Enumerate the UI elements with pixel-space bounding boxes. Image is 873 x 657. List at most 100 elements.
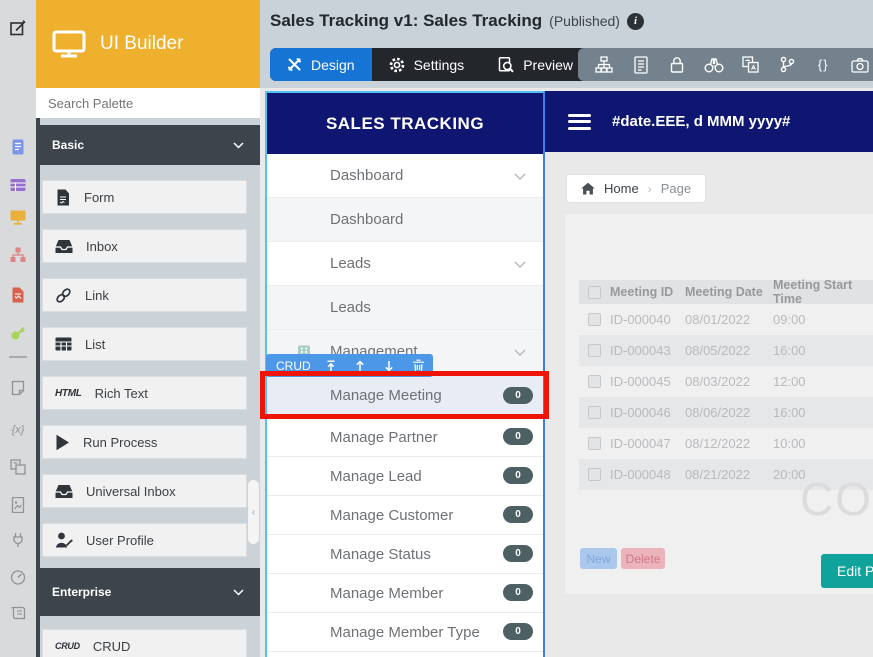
chevron-down-icon — [514, 349, 526, 356]
datalist-icon[interactable] — [9, 176, 27, 194]
preview-header-title: #date.EEE, d MMM yyyy# — [612, 113, 790, 130]
row-checkbox[interactable] — [588, 375, 601, 388]
form-doc-icon[interactable] — [623, 56, 660, 74]
row-checkbox[interactable] — [588, 437, 601, 450]
builder-tabs: Design Settings Preview — [270, 48, 590, 81]
menu-item-manage-customer[interactable]: Manage Customer 0 — [267, 496, 543, 535]
delete-button[interactable]: Delete — [621, 548, 665, 569]
palette-item-inbox[interactable]: Inbox — [42, 229, 247, 263]
crud-icon: CRUD — [55, 641, 80, 651]
menu-item-leads[interactable]: Leads — [267, 286, 543, 330]
resources-icon[interactable] — [9, 496, 27, 514]
count-badge: 0 — [503, 428, 533, 445]
menu-item-manage-partner[interactable]: Manage Partner 0 — [267, 418, 543, 457]
ui-builder-window: {x} UI Builder Basic — [0, 0, 873, 657]
builder-canvas: SALES TRACKING Dashboard Dashboard Leads… — [260, 88, 873, 657]
table-header-row: Meeting ID Meeting Date Meeting Start Ti… — [579, 280, 873, 304]
screenshot-camera-icon[interactable] — [842, 57, 873, 73]
table-row: ID-000047 08/12/2022 10:00 — [579, 428, 873, 459]
count-badge: 0 — [503, 506, 533, 523]
menu-item-leads-category[interactable]: Leads — [267, 242, 543, 286]
audit-trail-icon[interactable] — [9, 604, 27, 622]
localization-icon[interactable] — [732, 56, 769, 73]
sitemap-icon[interactable] — [586, 56, 623, 73]
palette-item-form[interactable]: Form — [42, 180, 247, 214]
play-icon — [55, 434, 70, 451]
strip-divider — [9, 356, 27, 358]
menu-item-manage-status[interactable]: Manage Status 0 — [267, 535, 543, 574]
tab-design[interactable]: Design — [270, 48, 372, 81]
palette-collapse-handle[interactable]: ‹ — [248, 480, 259, 544]
table-row: ID-000046 08/06/2022 16:00 — [579, 397, 873, 428]
lock-icon[interactable] — [659, 56, 696, 73]
plugin-icon[interactable] — [9, 531, 27, 549]
palette-item-rich-text[interactable]: HTML Rich Text — [42, 376, 247, 410]
select-all-checkbox[interactable] — [588, 286, 601, 299]
menu-item-manage-member-type[interactable]: Manage Member Type 0 — [267, 613, 543, 652]
json-braces-icon[interactable]: {} — [805, 57, 842, 72]
breadcrumb-home[interactable]: Home — [604, 181, 639, 196]
section-header-enterprise[interactable]: Enterprise — [36, 568, 260, 616]
edit-pencil-icon[interactable] — [9, 18, 27, 36]
palette-item-run-process[interactable]: Run Process — [42, 425, 247, 459]
meetings-table: Meeting ID Meeting Date Meeting Start Ti… — [579, 280, 873, 490]
section-header-basic[interactable]: Basic — [36, 125, 260, 165]
performance-icon[interactable] — [9, 568, 27, 586]
process-icon[interactable] — [9, 246, 27, 264]
gear-icon — [389, 57, 405, 73]
row-checkbox[interactable] — [588, 406, 601, 419]
edit-page-button[interactable]: Edit Page — [821, 554, 873, 588]
binoculars-icon[interactable] — [696, 57, 733, 73]
palette-scrollbar[interactable] — [36, 118, 40, 657]
breadcrumb: Home › Page — [566, 174, 706, 203]
new-button[interactable]: New — [580, 548, 617, 569]
breadcrumb-separator: › — [648, 182, 652, 196]
design-tools-icon — [287, 57, 302, 72]
palette-item-list[interactable]: List — [42, 327, 247, 361]
link-icon — [55, 287, 72, 304]
monitor-icon — [52, 30, 86, 58]
menu-item-manage-lead[interactable]: Manage Lead 0 — [267, 457, 543, 496]
row-checkbox[interactable] — [588, 344, 601, 357]
list-icon — [55, 337, 72, 351]
palette-item-universal-inbox[interactable]: Universal Inbox — [42, 474, 247, 508]
palette-sidebar: UI Builder Basic Form Inbox Link List HT… — [36, 0, 260, 657]
chevron-down-icon — [233, 142, 244, 149]
app-title-bar: Sales Tracking v1: Sales Tracking (Publi… — [270, 11, 644, 31]
tab-preview[interactable]: Preview — [481, 48, 590, 81]
preview-magnifier-icon — [498, 57, 514, 73]
app-title: Sales Tracking v1: Sales Tracking — [270, 11, 542, 31]
home-icon — [581, 182, 595, 195]
top-bar: Sales Tracking v1: Sales Tracking (Publi… — [260, 0, 873, 88]
watermark-text: CON — [800, 472, 873, 526]
info-icon[interactable]: i — [627, 13, 644, 30]
datalist-card: Meeting ID Meeting Date Meeting Start Ti… — [565, 214, 873, 594]
search-input[interactable] — [36, 88, 260, 118]
report-icon[interactable] — [9, 286, 27, 304]
localization-icon[interactable] — [9, 458, 27, 476]
menu-item-manage-member[interactable]: Manage Member 0 — [267, 574, 543, 613]
count-badge: 0 — [503, 623, 533, 640]
userview-app-title: SALES TRACKING — [267, 93, 543, 154]
notes-icon[interactable] — [9, 379, 27, 397]
row-checkbox[interactable] — [588, 468, 601, 481]
hamburger-menu-icon[interactable] — [568, 110, 591, 133]
menu-item-dashboard[interactable]: Dashboard — [267, 198, 543, 242]
environment-variable-icon[interactable]: {x} — [9, 421, 27, 439]
ui-builder-header: UI Builder — [36, 0, 260, 88]
palette-item-user-profile[interactable]: User Profile — [42, 523, 247, 557]
tab-settings[interactable]: Settings — [372, 48, 482, 81]
row-checkbox[interactable] — [588, 313, 601, 326]
git-branch-icon[interactable] — [769, 56, 806, 73]
palette-item-crud[interactable]: CRUD CRUD — [42, 629, 247, 657]
menu-item-dashboard-category[interactable]: Dashboard — [267, 154, 543, 198]
annotation-highlight-box — [260, 371, 549, 419]
html-icon: HTML — [55, 388, 82, 399]
form-icon[interactable] — [9, 138, 27, 156]
permission-key-icon[interactable] — [9, 324, 27, 342]
ui-builder-title: UI Builder — [100, 33, 183, 55]
publish-status: (Published) — [549, 13, 620, 29]
userview-icon[interactable] — [9, 208, 27, 226]
table-row: ID-000040 08/01/2022 09:00 — [579, 304, 873, 335]
palette-item-link[interactable]: Link — [42, 278, 247, 312]
